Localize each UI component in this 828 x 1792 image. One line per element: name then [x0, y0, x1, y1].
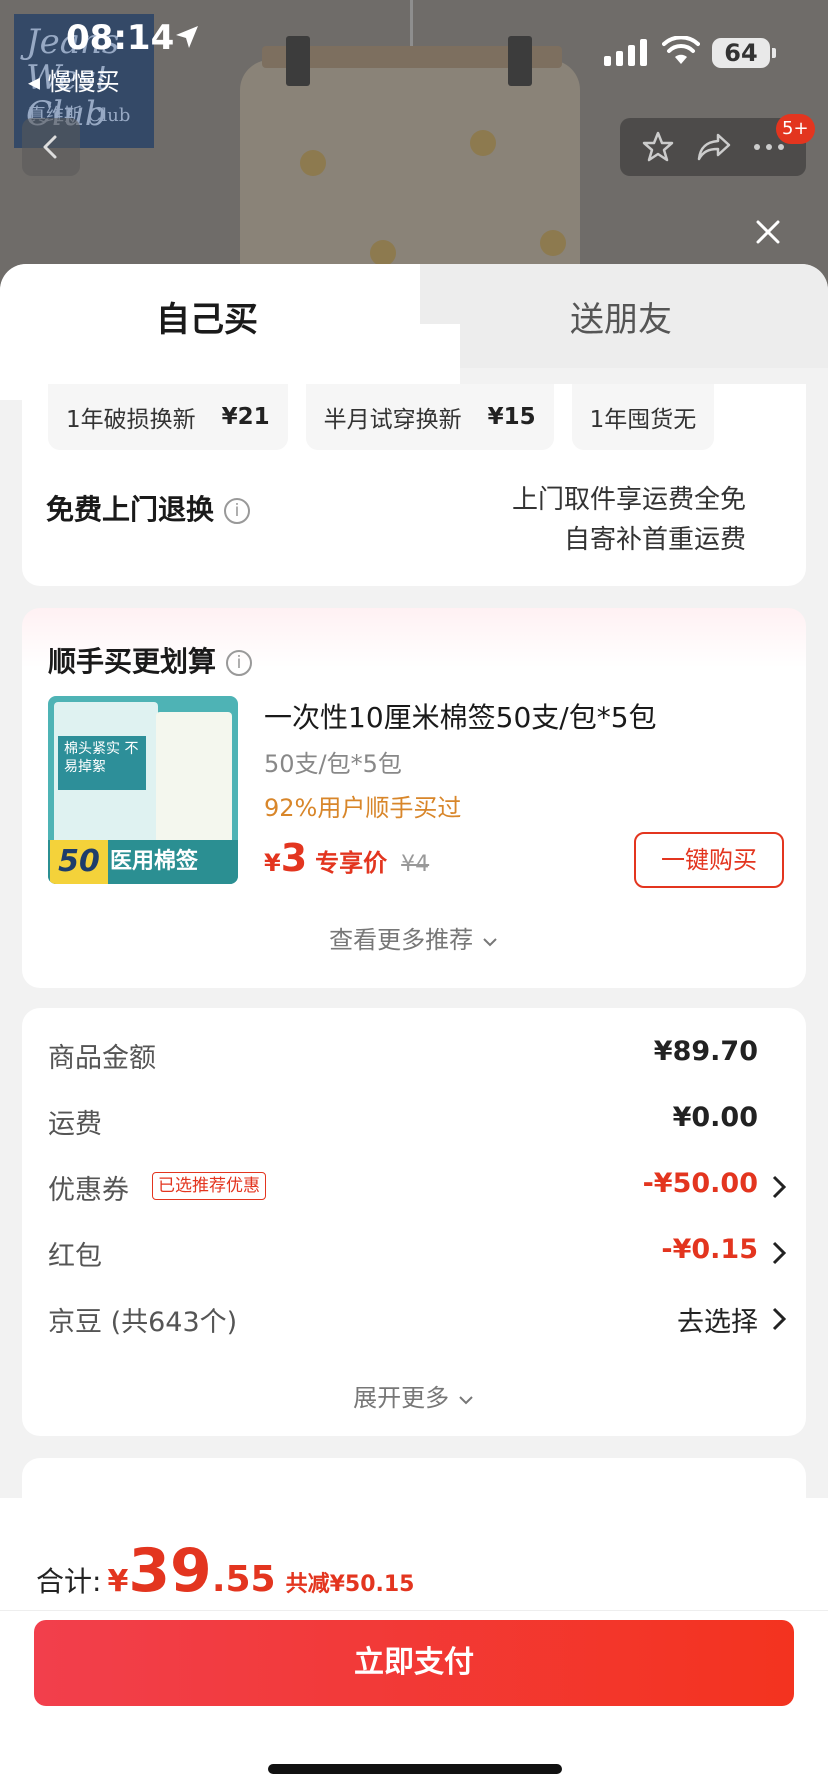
chevron-down-icon	[483, 938, 497, 947]
free-return-line2: 自寄补首重运费	[563, 525, 746, 555]
back-button[interactable]	[22, 118, 80, 176]
coupon-value: -¥50.00	[642, 1168, 758, 1199]
chevron-right-icon	[772, 1241, 787, 1265]
expand-more-label: 展开更多	[353, 1384, 450, 1412]
service-card: 1年破损换新 ¥21 半月试穿换新 ¥15 1年囤货无 免费上门退换 i 上门取件…	[22, 384, 806, 586]
order-summary-card: 商品金额 ¥89.70 运费 ¥0.00 优惠券 已选推荐优惠 -¥50.00 …	[22, 1008, 806, 1436]
service-chip-label: 1年囤货无	[589, 407, 697, 433]
tab-send-friend-label: 送朋友	[570, 300, 672, 340]
red-packet-row[interactable]: 红包 -¥0.15	[48, 1234, 788, 1274]
price-symbol: ¥	[264, 849, 281, 877]
total-saved: 共减¥50.15	[285, 1572, 415, 1597]
service-chip[interactable]: 1年破损换新 ¥21	[48, 384, 288, 450]
product-price: ¥3 专享价 ¥4	[264, 836, 429, 880]
cellular-signal-icon	[604, 38, 647, 66]
pattern-dot	[300, 150, 326, 176]
pattern-dot	[540, 230, 566, 256]
shipping-value: ¥0.00	[672, 1102, 758, 1133]
product-name[interactable]: 一次性10厘米棉签50支/包*5包	[264, 696, 657, 736]
service-chip-label: 半月试穿换新	[323, 407, 462, 433]
product-image-count: 50	[50, 840, 108, 884]
red-packet-value: -¥0.15	[661, 1234, 758, 1265]
wifi-icon	[662, 36, 700, 64]
purchase-tabs: 自己买 送朋友	[0, 264, 828, 400]
price-value: 3	[280, 836, 308, 880]
red-packet-label: 红包	[48, 1241, 102, 1272]
pattern-dot	[470, 130, 496, 156]
chevron-down-icon	[459, 1396, 473, 1405]
chevron-right-icon	[772, 1175, 787, 1199]
more-recommendations-link[interactable]: 查看更多推荐	[22, 920, 806, 955]
free-return-title: 免费上门退换 i	[46, 488, 251, 528]
home-indicator[interactable]	[268, 1764, 562, 1774]
battery-indicator: 64	[712, 38, 770, 68]
close-icon[interactable]	[750, 214, 786, 250]
jingdou-value: 去选择	[677, 1307, 758, 1338]
bundle-title-text: 顺手买更划算	[48, 645, 217, 678]
message-badge: 5+	[776, 114, 815, 144]
bundle-title: 顺手买更划算 i	[48, 640, 253, 680]
more-icon[interactable]	[753, 142, 785, 152]
coupon-row[interactable]: 优惠券 已选推荐优惠 -¥50.00	[48, 1168, 788, 1208]
free-return-line1: 上门取件享运费全免	[511, 485, 746, 515]
goods-amount-label: 商品金额	[48, 1043, 156, 1074]
location-arrow-icon	[176, 26, 198, 48]
info-icon[interactable]: i	[224, 498, 251, 524]
product-thumbnail[interactable]: 棉头紧实 不易掉絮 医用棉签 50	[48, 696, 238, 884]
free-return-desc: 上门取件享运费全免 自寄补首重运费	[512, 480, 746, 560]
total-integer: 39	[128, 1536, 212, 1606]
product-popularity: 92%用户顺手买过	[264, 794, 462, 822]
service-chip-list: 1年破损换新 ¥21 半月试穿换新 ¥15 1年囤货无	[48, 384, 806, 450]
star-icon[interactable]	[641, 130, 675, 164]
product-image-tag: 棉头紧实 不易掉絮	[58, 736, 146, 790]
shipping-label: 运费	[48, 1109, 102, 1140]
free-return-title-text: 免费上门退换	[46, 493, 215, 526]
jingdou-label: 京豆 (共643个)	[48, 1307, 238, 1338]
order-total: 合计: ¥ 39 .55 共减¥50.15	[36, 1536, 415, 1606]
bundle-card: 顺手买更划算 i 棉头紧实 不易掉絮 医用棉签 50 一次性10厘米棉签50支/包…	[22, 608, 806, 988]
goods-amount-row: 商品金额 ¥89.70	[48, 1036, 788, 1076]
total-decimal: .55	[211, 1559, 276, 1600]
status-bar: 08:14 ◂ 慢慢买 64	[0, 0, 828, 100]
goods-amount-value: ¥89.70	[653, 1036, 758, 1067]
total-symbol: ¥	[107, 1564, 129, 1599]
share-icon[interactable]	[696, 130, 732, 164]
expand-more-link[interactable]: 展开更多	[22, 1378, 806, 1413]
service-chip[interactable]: 1年囤货无	[571, 384, 715, 450]
total-label: 合计:	[36, 1565, 102, 1598]
coupon-label: 优惠券	[48, 1175, 129, 1206]
status-time: 08:14	[66, 18, 175, 58]
service-chip-price: ¥15	[487, 404, 536, 430]
jingdou-row[interactable]: 京豆 (共643个) 去选择	[48, 1300, 788, 1340]
tab-buy-self-label: 自己买	[156, 300, 258, 340]
more-recommendations-label: 查看更多推荐	[329, 926, 474, 954]
back-icon	[43, 135, 57, 159]
original-price: ¥4	[401, 852, 430, 877]
back-to-app-link[interactable]: ◂ 慢慢买	[28, 62, 120, 97]
one-click-buy-button[interactable]: 一键购买	[634, 832, 784, 888]
shipping-row: 运费 ¥0.00	[48, 1102, 788, 1142]
price-label: 专享价	[315, 849, 388, 877]
service-chip[interactable]: 半月试穿换新 ¥15	[305, 384, 554, 450]
battery-nub	[772, 48, 776, 58]
coupon-tag: 已选推荐优惠	[152, 1172, 266, 1200]
service-chip-price: ¥21	[221, 404, 270, 430]
pay-now-button[interactable]: 立即支付	[34, 1620, 794, 1706]
chevron-right-icon	[772, 1307, 787, 1331]
pattern-dot	[370, 240, 396, 266]
checkout-footer: 合计: ¥ 39 .55 共减¥50.15 立即支付	[0, 1498, 828, 1792]
footer-divider	[0, 1610, 828, 1611]
service-chip-label: 1年破损换新	[66, 407, 196, 433]
product-spec: 50支/包*5包	[264, 750, 402, 778]
info-icon[interactable]: i	[226, 650, 253, 676]
